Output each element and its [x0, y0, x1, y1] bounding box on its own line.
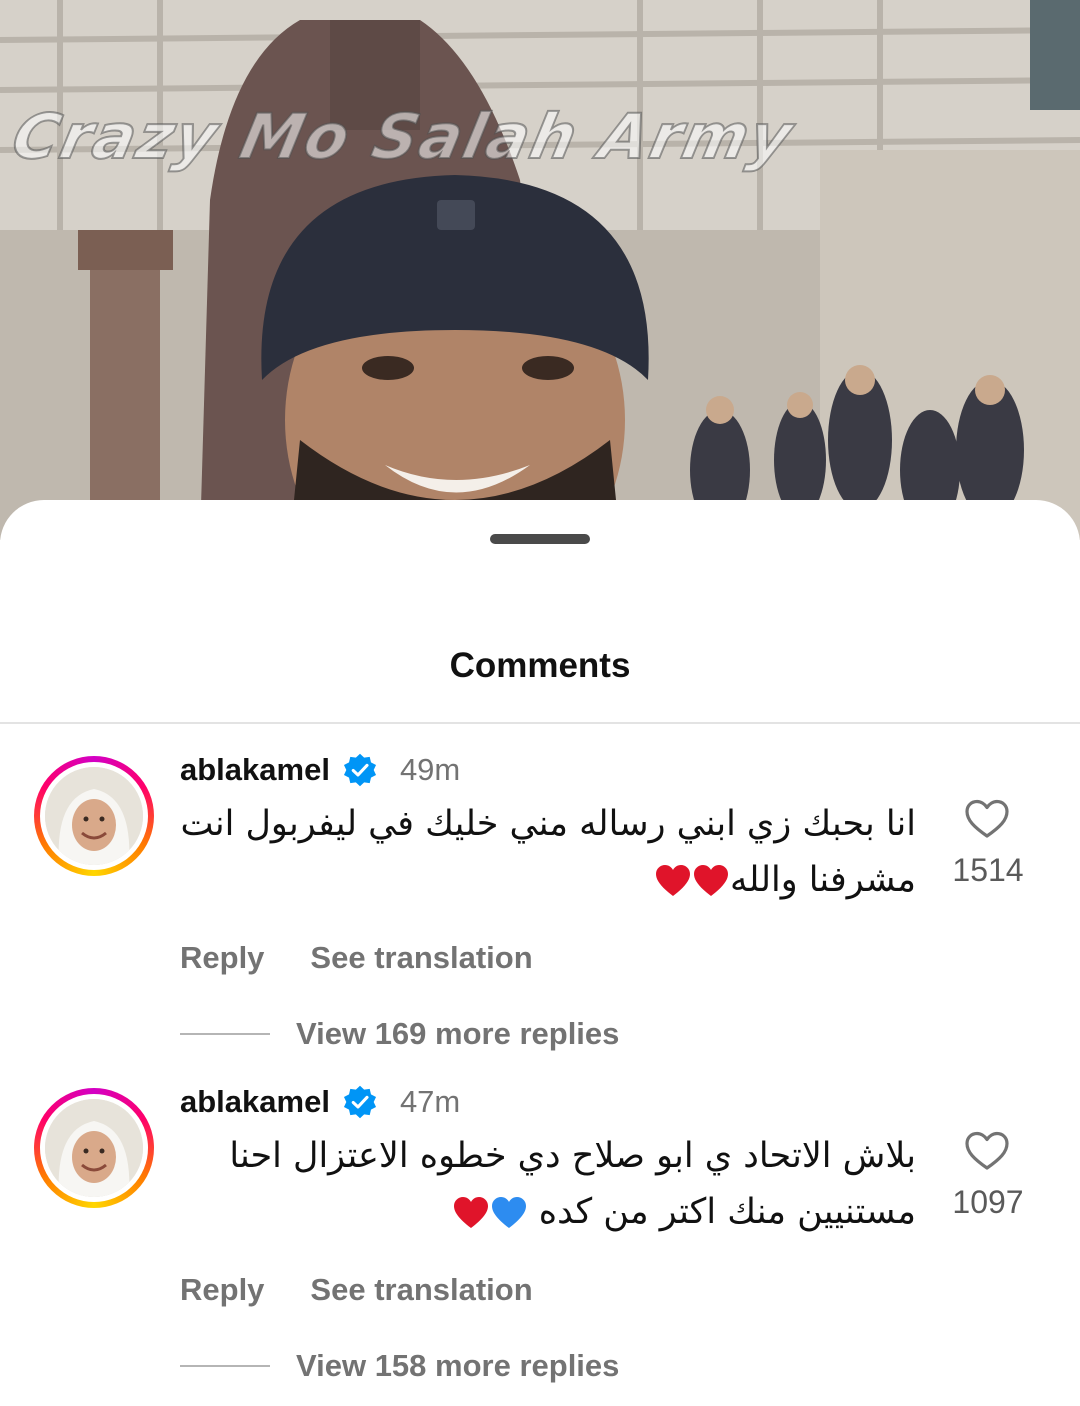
like-heart-icon[interactable]: [964, 798, 1010, 840]
avatar-image: [45, 767, 143, 865]
see-translation-button[interactable]: See translation: [310, 940, 532, 976]
comment-item: ablakamel 47m بلاش الاتحاد ي ابو صلاح دي…: [0, 1072, 1080, 1383]
view-replies-button[interactable]: View 169 more replies: [180, 1016, 619, 1052]
divider: [0, 722, 1080, 724]
timestamp: 47m: [399, 1084, 461, 1119]
username[interactable]: ablakamel: [180, 1084, 330, 1120]
avatar-image: [45, 1099, 143, 1197]
post-photo-illustration: [0, 0, 1080, 540]
see-translation-button[interactable]: See translation: [310, 1272, 532, 1308]
reply-button[interactable]: Reply: [180, 1272, 264, 1308]
watermark-text: Crazy Mo Salah Army: [5, 99, 801, 174]
replies-divider-line: [180, 1033, 270, 1035]
drag-handle[interactable]: [490, 534, 590, 544]
timestamp: 49m: [399, 752, 461, 787]
like-count: 1514: [952, 852, 1024, 888]
verified-badge-icon: [343, 753, 376, 787]
comment-text-line: مستنيين منك اكتر من كده: [196, 1184, 916, 1240]
comment-text-line: بلاش الاتحاد ي ابو صلاح دي خطوه الاعتزال…: [229, 1136, 916, 1176]
view-replies-button[interactable]: View 158 more replies: [180, 1348, 619, 1384]
comment-item: ablakamel 49m انا بحبك زي ابني رساله مني…: [0, 740, 1080, 1051]
comment-text-line: مشرفنا والله: [196, 852, 916, 908]
comment-actions: Reply See translation: [180, 940, 533, 976]
view-replies-label: View 158 more replies: [296, 1348, 620, 1383]
comment-header: ablakamel 47m: [180, 1082, 460, 1122]
avatar-border: [40, 1094, 148, 1202]
comment-text: انا بحبك زي ابني رساله مني خليك في ليفرب…: [180, 796, 916, 908]
view-replies-label: View 169 more replies: [296, 1016, 620, 1051]
username[interactable]: ablakamel: [180, 752, 330, 788]
avatar-photo: [45, 767, 143, 865]
like-heart-icon[interactable]: [964, 1130, 1010, 1172]
comment-actions: Reply See translation: [180, 1272, 533, 1308]
comment-text-fragment: مشرفنا والله: [729, 860, 916, 900]
sheet-title: Comments: [449, 646, 631, 685]
like-count: 1097: [952, 1184, 1024, 1220]
comment-text: بلاش الاتحاد ي ابو صلاح دي خطوه الاعتزال…: [196, 1128, 916, 1240]
blue-heart-icon: [491, 1197, 526, 1228]
post-photo: Crazy Mo Salah Army: [0, 0, 1080, 540]
red-heart-icon: [693, 865, 728, 896]
screen: Crazy Mo Salah Army Comments ablakamel 4…: [0, 0, 1080, 1406]
avatar-photo: [45, 1099, 143, 1197]
red-heart-icon: [453, 1197, 488, 1228]
comments-sheet: Comments ablakamel 49m انا بحبك زي ابني …: [0, 500, 1080, 1406]
avatar[interactable]: [34, 1088, 154, 1208]
comment-text-line: انا بحبك زي ابني رساله مني خليك في ليفرب…: [180, 804, 916, 844]
comment-header: ablakamel 49m: [180, 750, 460, 790]
verified-badge-icon: [343, 1085, 376, 1119]
avatar-border: [40, 762, 148, 870]
reply-button[interactable]: Reply: [180, 940, 264, 976]
avatar[interactable]: [34, 756, 154, 876]
comment-text-fragment: مستنيين منك اكتر من كده: [538, 1192, 916, 1232]
red-heart-icon: [655, 865, 690, 896]
replies-divider-line: [180, 1365, 270, 1367]
